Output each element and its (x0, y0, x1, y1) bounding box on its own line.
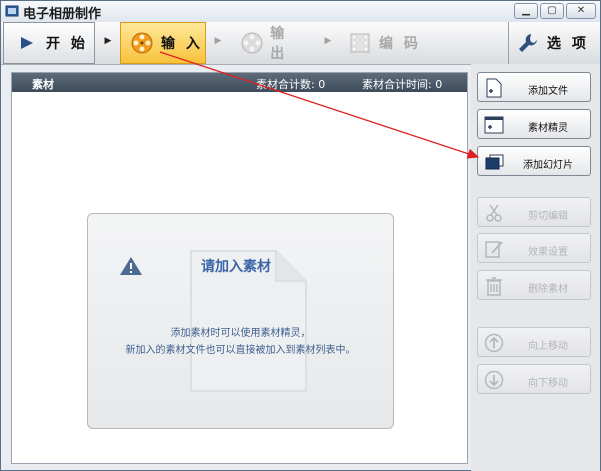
window-title: 电子相册制作 (23, 7, 102, 22)
input-label: 输 入 (161, 36, 203, 52)
step-arrow-icon: ▶ (324, 36, 332, 46)
effects-edit-icon (485, 241, 503, 258)
filmstrip-icon (347, 30, 373, 56)
add-slides-label: 添加幻灯片 (523, 160, 573, 171)
trash-icon (486, 277, 502, 296)
maximize-icon: ▢ (547, 5, 557, 16)
start-button[interactable]: 开 始 (3, 22, 95, 64)
delete-material-label: 删除素材 (528, 284, 568, 295)
add-file-icon (486, 78, 502, 98)
panel-title: 素材 (32, 78, 54, 91)
film-reel-icon (129, 30, 155, 56)
wizard-window-icon (484, 116, 504, 134)
placeholder-hint-line-2: 新加入的素材文件也可以直接被加入到素材列表中。 (125, 345, 356, 356)
encode-tab[interactable]: 编 码 (339, 22, 421, 64)
film-reel-icon (239, 30, 264, 56)
material-panel-header: 素材 素材合计数: 0 素材合计时间: 0 (12, 73, 467, 92)
input-tab[interactable]: 输 入 (120, 22, 206, 64)
minimize-icon: ▁ (522, 5, 530, 16)
encode-label: 编 码 (379, 36, 421, 52)
close-icon: ✕ (576, 5, 586, 16)
material-count: 素材合计数: 0 (256, 78, 326, 91)
warning-icon (120, 257, 142, 275)
move-down-button[interactable]: 向下移动 (477, 364, 591, 394)
options-label: 选 项 (547, 36, 589, 52)
maximize-button[interactable]: ▢ (540, 3, 564, 19)
app-window: 电子相册制作 ▁ ▢ ✕ 开 始 ▶ 输 入 ▶ 输 出 ▶ 编 码 选 项 素… (0, 0, 601, 471)
cut-edit-label: 剪切编辑 (528, 211, 568, 222)
main-toolbar: 开 始 ▶ 输 入 ▶ 输 出 ▶ 编 码 选 项 (1, 22, 600, 65)
delete-material-button[interactable]: 删除素材 (477, 270, 591, 300)
close-button[interactable]: ✕ (566, 3, 596, 19)
action-sidebar: 添加文件 素材精灵 添加幻灯片 剪切编辑 效果设置 删除素材 向上移动 向下移动 (471, 64, 600, 471)
app-logo-icon (5, 5, 19, 17)
minimize-button[interactable]: ▁ (514, 3, 538, 19)
step-arrow-icon: ▶ (214, 36, 222, 46)
arrow-up-icon (484, 333, 504, 353)
slides-icon (485, 154, 504, 170)
options-button[interactable]: 选 项 (508, 22, 598, 64)
placeholder-hint-line-1: 添加素材时可以使用素材精灵， (170, 328, 311, 339)
move-down-label: 向下移动 (528, 378, 568, 389)
cut-edit-button[interactable]: 剪切编辑 (477, 197, 591, 227)
material-panel[interactable]: 素材 素材合计数: 0 素材合计时间: 0 请加入素材 添加素材时可以使用素材精… (11, 72, 468, 464)
window-controls: ▁ ▢ ✕ (514, 3, 596, 19)
placeholder-title: 请加入素材 (201, 259, 271, 275)
effects-label: 效果设置 (528, 247, 568, 258)
add-file-label: 添加文件 (528, 86, 568, 97)
material-wizard-label: 素材精灵 (528, 123, 568, 134)
add-slides-button[interactable]: 添加幻灯片 (477, 146, 591, 176)
step-arrow-icon: ▶ (104, 36, 112, 46)
wrench-icon (515, 30, 541, 56)
material-total-time: 素材合计时间: 0 (362, 78, 443, 91)
scissors-icon (486, 204, 502, 222)
output-tab[interactable]: 输 出 (231, 22, 311, 64)
add-file-button[interactable]: 添加文件 (477, 72, 591, 102)
move-up-label: 向上移动 (528, 341, 568, 352)
start-label: 开 始 (46, 36, 88, 52)
effects-button[interactable]: 效果设置 (477, 233, 591, 263)
play-arrow-icon (14, 30, 40, 56)
material-wizard-button[interactable]: 素材精灵 (477, 109, 591, 139)
move-up-button[interactable]: 向上移动 (477, 327, 591, 357)
empty-placeholder-card: 请加入素材 添加素材时可以使用素材精灵， 新加入的素材文件也可以直接被加入到素材… (87, 213, 394, 429)
title-bar: 电子相册制作 ▁ ▢ ✕ (1, 1, 600, 23)
output-label: 输 出 (270, 26, 288, 62)
arrow-down-icon (484, 370, 504, 390)
